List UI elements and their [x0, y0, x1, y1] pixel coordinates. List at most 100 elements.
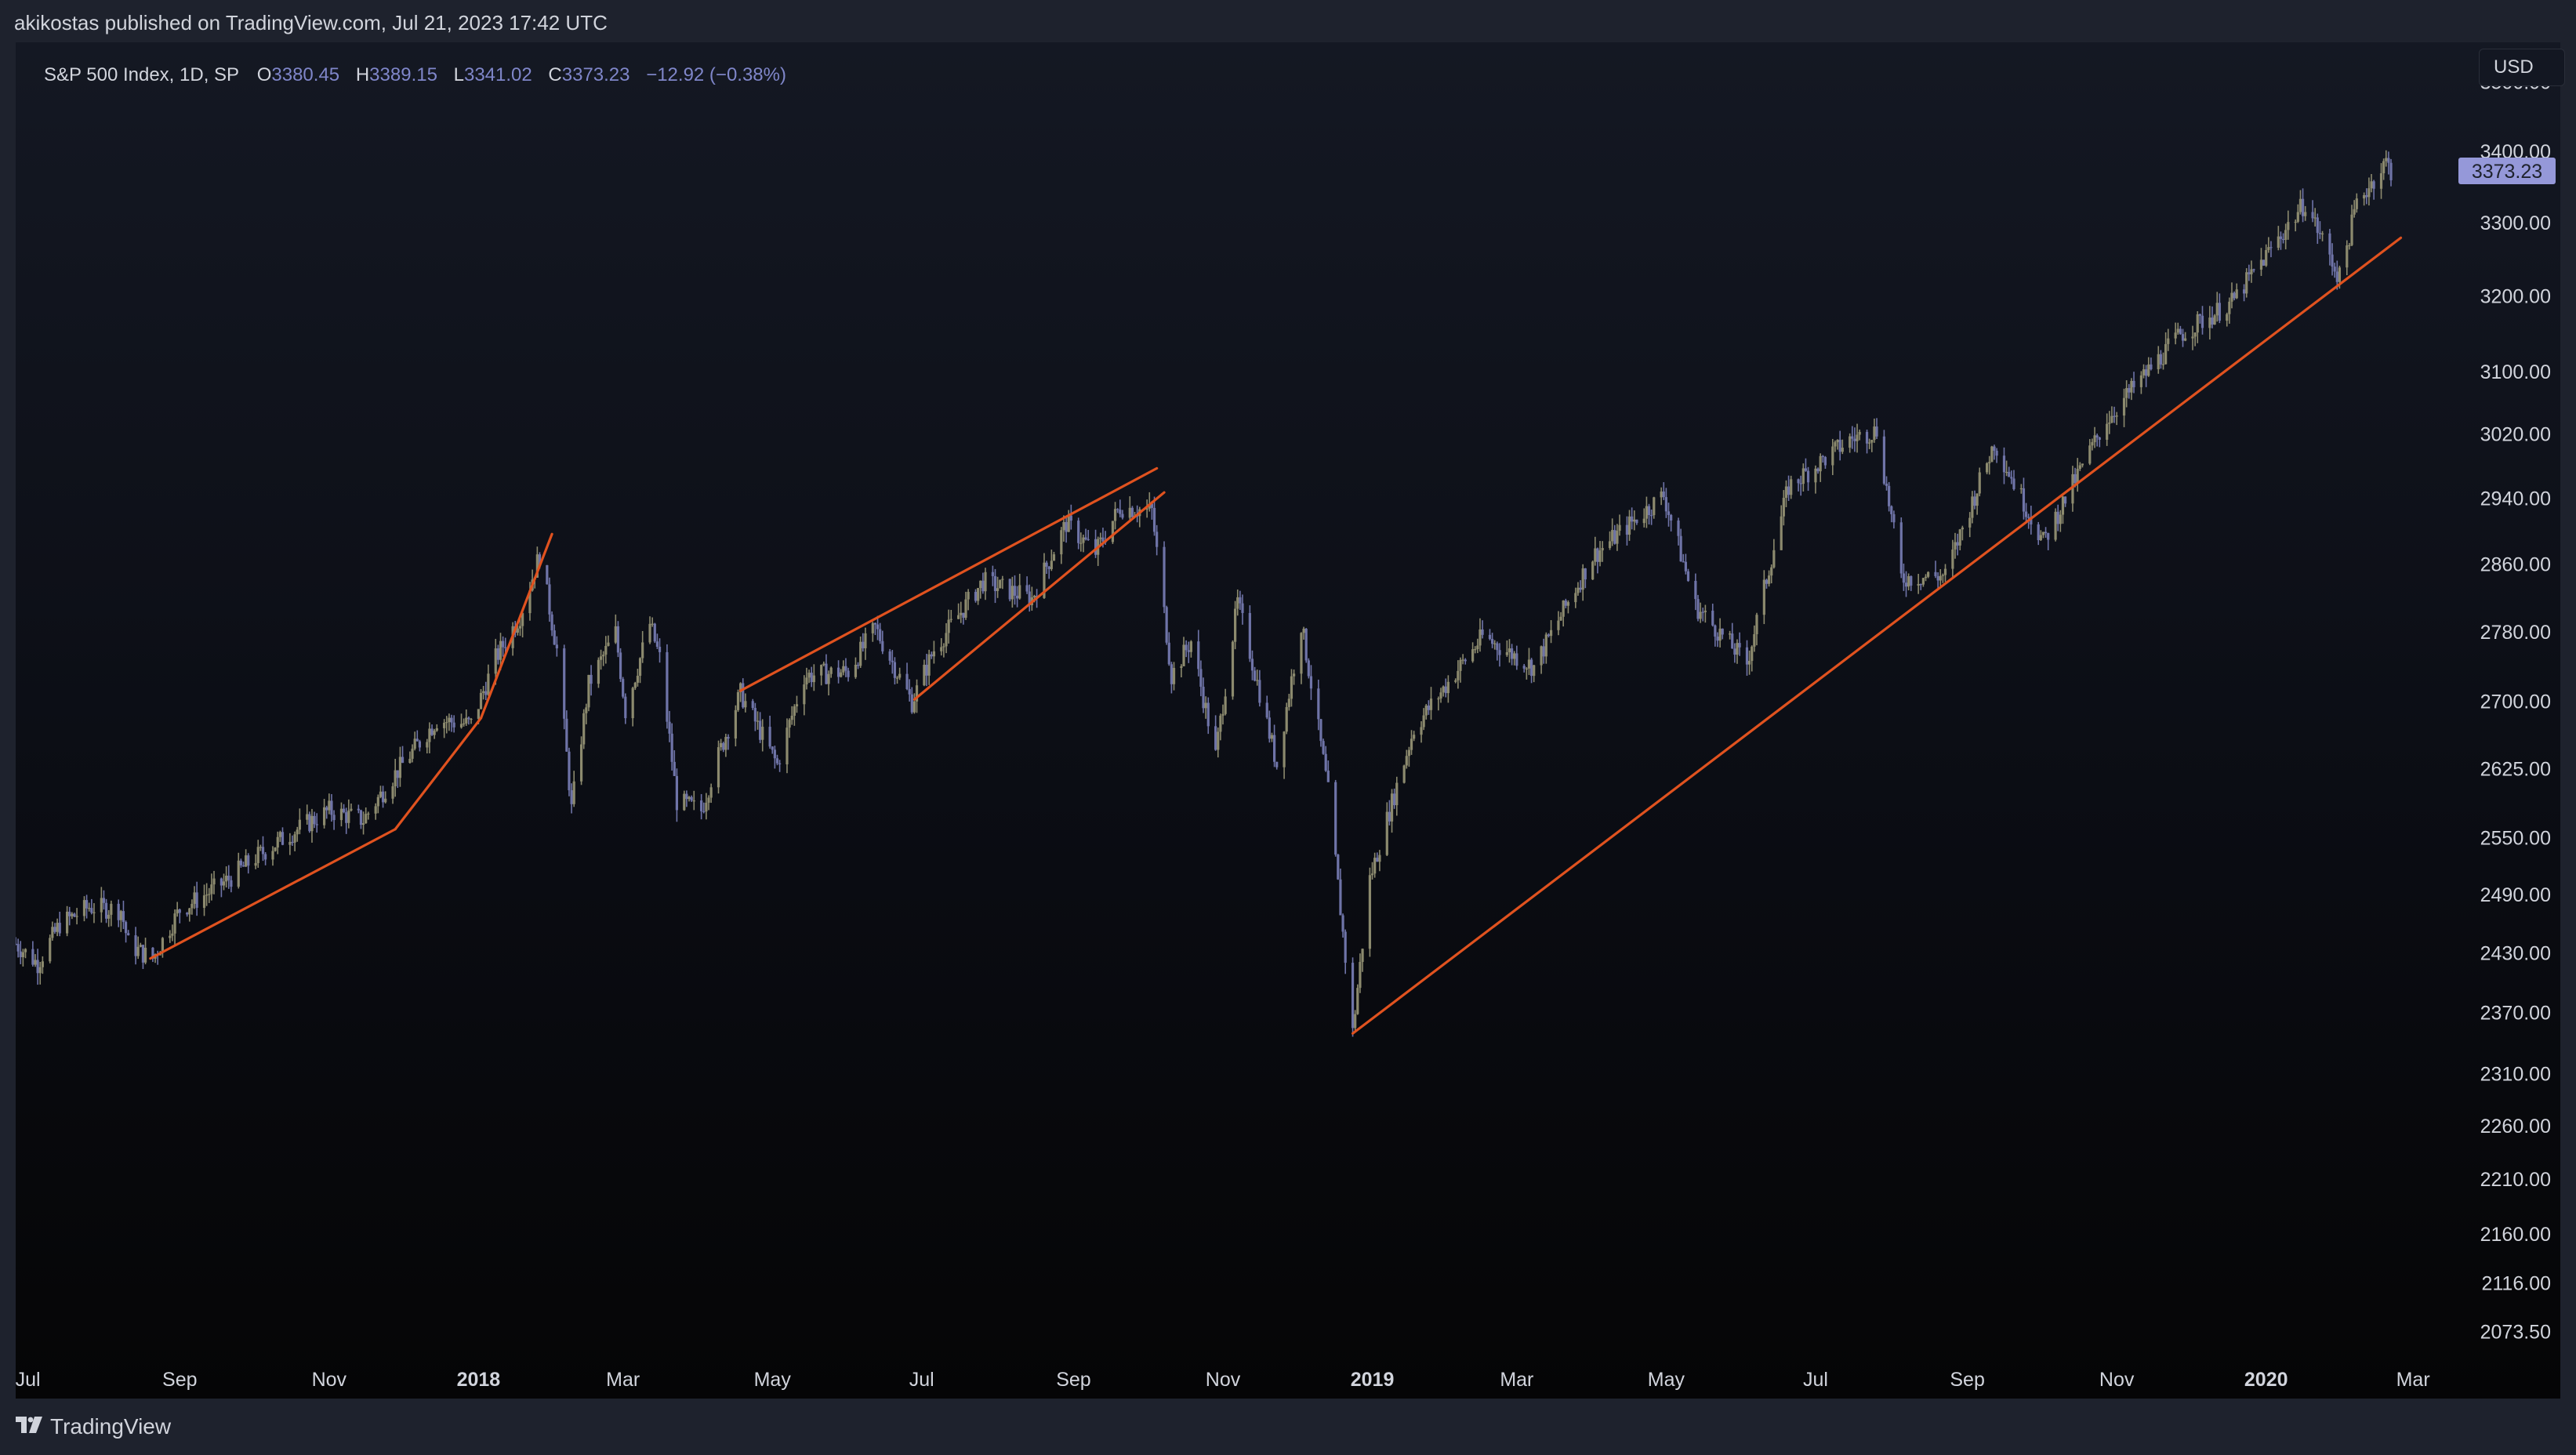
candle: [1633, 510, 1636, 531]
candle: [2128, 383, 2131, 399]
candle: [942, 643, 945, 658]
currency-button[interactable]: USD: [2479, 49, 2565, 86]
candle-body: [1542, 646, 1545, 657]
candle-body: [947, 619, 950, 633]
candle: [1934, 561, 1937, 579]
candle-body: [418, 741, 422, 748]
candle: [2346, 240, 2349, 276]
candle: [1601, 541, 1604, 562]
candle-body: [1729, 633, 1732, 635]
candle: [1892, 510, 1896, 529]
candle: [1559, 611, 1562, 621]
candle-body: [1405, 756, 1408, 766]
footer-brand[interactable]: TradingView: [50, 1414, 171, 1439]
candle-body: [1954, 542, 1957, 550]
candle: [1439, 688, 1442, 703]
candle-body: [1650, 515, 1653, 517]
candle-body: [964, 599, 967, 618]
candle: [1875, 418, 1878, 440]
candle: [1217, 728, 1220, 758]
candle: [2063, 496, 2067, 507]
candle: [1464, 658, 1467, 665]
close-value: 3373.23: [561, 64, 630, 85]
candle-body: [563, 648, 566, 719]
candle-body: [967, 591, 970, 600]
candle: [1047, 565, 1050, 579]
price-chart[interactable]: 3500.003400.003300.003200.003100.003020.…: [16, 42, 2560, 1399]
candle-body: [2333, 267, 2336, 272]
candle: [2132, 372, 2135, 394]
candle: [413, 731, 416, 751]
candle-body: [1130, 507, 1134, 517]
candle: [2184, 332, 2187, 342]
candle: [376, 794, 379, 814]
candle: [930, 651, 933, 659]
candle: [2355, 193, 2358, 213]
candle: [1821, 455, 1824, 463]
candle-body: [1598, 550, 1602, 562]
candle-body: [2041, 532, 2045, 535]
candle: [1319, 718, 1322, 747]
candle: [465, 709, 468, 726]
candle: [653, 622, 656, 644]
candle: [825, 654, 828, 684]
candle-body: [176, 909, 179, 914]
candle-body: [1958, 529, 1961, 546]
candle-body: [230, 880, 233, 887]
trendline: [912, 491, 1166, 701]
y-tick-label: 2073.50: [2480, 1321, 2551, 1343]
y-tick-label: 2780.00: [2480, 622, 2551, 644]
candle-body: [2281, 238, 2285, 241]
candle-body: [2213, 315, 2216, 325]
candle: [225, 866, 228, 888]
candle-body: [932, 651, 935, 657]
candle: [259, 844, 262, 851]
candle-body: [888, 651, 891, 661]
candle-body: [367, 813, 370, 815]
candle-body: [960, 612, 963, 615]
candle: [1052, 551, 1056, 561]
tradingview-logo-icon[interactable]: [14, 1414, 45, 1436]
chart-panel[interactable]: 3500.003400.003300.003200.003100.003020.…: [16, 42, 2565, 1399]
candle-body: [2037, 524, 2040, 541]
candle-body: [408, 758, 412, 764]
candle-body: [1564, 601, 1567, 606]
candle-body: [1116, 509, 1119, 510]
candle: [1716, 632, 1719, 648]
candle-body: [2167, 338, 2170, 344]
candle: [296, 826, 299, 842]
candle-body: [847, 670, 850, 677]
candle: [2215, 292, 2219, 322]
candle: [2161, 352, 2165, 370]
candle-body: [658, 647, 662, 652]
candle-body: [394, 770, 397, 786]
candle-body: [829, 667, 833, 674]
candle-body: [1265, 702, 1268, 718]
last-price-tag-layer: 3373.23: [2458, 158, 2556, 185]
candle: [415, 730, 419, 742]
candle: [1631, 507, 1634, 530]
candle: [1410, 730, 1413, 755]
candle: [908, 679, 911, 702]
candle-body: [550, 614, 553, 631]
candle: [854, 657, 858, 679]
candle-body: [2387, 158, 2390, 163]
symbol-name[interactable]: S&P 500 Index, 1D, SP: [44, 64, 239, 85]
candle: [1206, 697, 1210, 735]
candle: [840, 669, 843, 678]
candle-body: [1478, 629, 1482, 646]
candle: [1508, 639, 1511, 663]
candle: [812, 664, 815, 691]
candle: [2200, 306, 2204, 335]
candle-body: [190, 903, 194, 909]
candle-body: [864, 633, 867, 648]
candle: [195, 881, 198, 916]
candle: [2313, 208, 2317, 227]
candle: [315, 813, 318, 833]
candle: [2095, 434, 2099, 447]
candle-body: [1491, 639, 1494, 644]
candle: [1738, 632, 1741, 656]
candle: [2093, 426, 2096, 448]
candle-body: [1821, 455, 1824, 458]
candle: [36, 949, 39, 985]
